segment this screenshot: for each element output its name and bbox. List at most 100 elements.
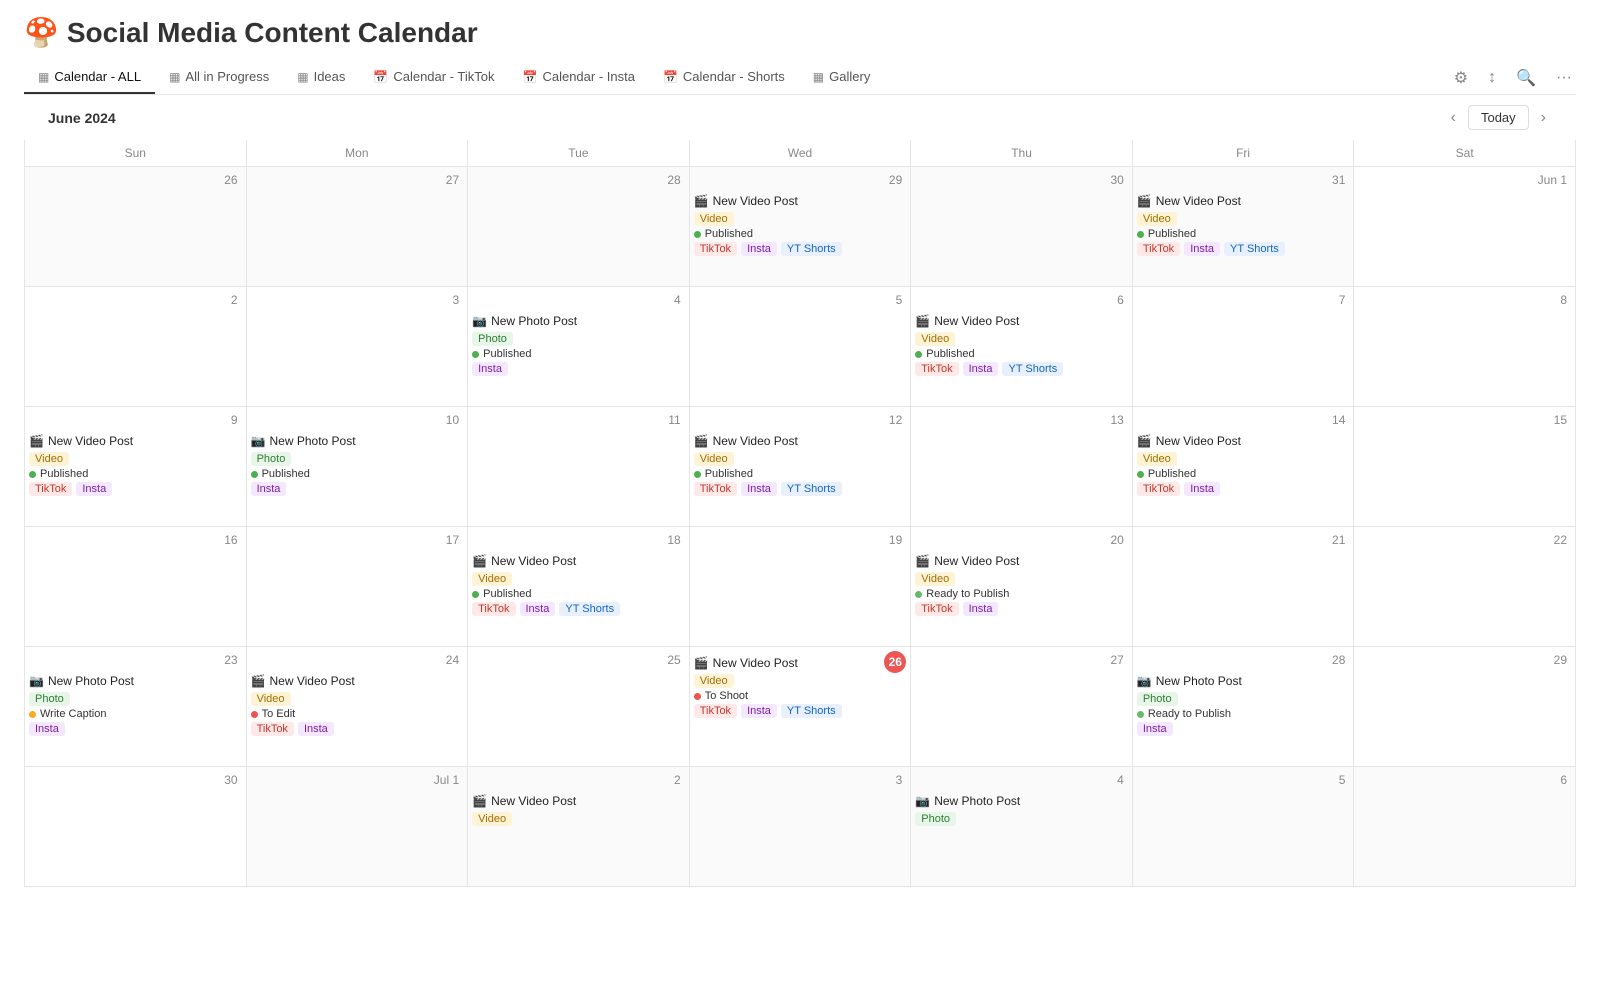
tab-ideas[interactable]: ▦ Ideas [283, 61, 359, 94]
type-tag[interactable]: Video [694, 674, 734, 688]
tab-gallery[interactable]: ▦ Gallery [799, 61, 885, 94]
platform-tag[interactable]: Insta [76, 482, 112, 496]
calendar-cell: 28 [468, 167, 690, 287]
type-tag[interactable]: Photo [29, 692, 70, 706]
day-number: 20 [915, 531, 1128, 549]
event-title[interactable]: 🎬New Video Post [694, 434, 907, 448]
tab-calendar-shorts[interactable]: 📅 Calendar - Shorts [649, 61, 799, 94]
event-title[interactable]: 📷New Photo Post [251, 434, 464, 448]
status-badge: Published [694, 468, 907, 480]
platform-tag[interactable]: Insta [1184, 482, 1220, 496]
tab-calendar-all[interactable]: ▦ Calendar - ALL [24, 61, 155, 94]
day-number: 5 [694, 291, 907, 309]
type-tag[interactable]: Video [694, 212, 734, 226]
platform-tag[interactable]: YT Shorts [781, 242, 842, 256]
tab-calendar-insta[interactable]: 📅 Calendar - Insta [509, 61, 649, 94]
calendar-cell: 2 [25, 287, 247, 407]
today-navigation: ‹ Today › [1445, 105, 1552, 130]
platform-tag[interactable]: TikTok [472, 602, 515, 616]
platform-tags: Insta [29, 722, 242, 738]
type-tag[interactable]: Video [29, 452, 69, 466]
more-options-button[interactable]: ··· [1552, 65, 1576, 91]
calendar-row-4: 23📷New Photo PostPhotoWrite CaptionInsta… [25, 647, 1576, 767]
event-title[interactable]: 📷New Photo Post [472, 314, 685, 328]
calendar-cell: 10📷New Photo PostPhotoPublishedInsta [246, 407, 468, 527]
type-tag[interactable]: Photo [472, 332, 513, 346]
platform-tag[interactable]: YT Shorts [1224, 242, 1285, 256]
type-tag[interactable]: Video [472, 572, 512, 586]
platform-tag[interactable]: Insta [520, 602, 556, 616]
type-tag[interactable]: Photo [915, 812, 956, 826]
platform-tag[interactable]: Insta [741, 482, 777, 496]
platform-tag[interactable]: Insta [251, 482, 287, 496]
platform-tag[interactable]: Insta [29, 722, 65, 736]
platform-tag[interactable]: TikTok [694, 704, 737, 718]
event-title[interactable]: 📷New Photo Post [1137, 674, 1350, 688]
platform-tag[interactable]: TikTok [694, 242, 737, 256]
sort-button[interactable]: ↕ [1484, 65, 1500, 91]
platform-tag[interactable]: Insta [472, 362, 508, 376]
day-number: 21 [1137, 531, 1350, 549]
platform-tag[interactable]: TikTok [694, 482, 737, 496]
status-text: Published [705, 228, 753, 240]
type-tag[interactable]: Video [915, 572, 955, 586]
today-button[interactable]: Today [1468, 105, 1529, 130]
platform-tag[interactable]: YT Shorts [781, 482, 842, 496]
status-dot [29, 471, 36, 478]
tab-calendar-tiktok[interactable]: 📅 Calendar - TikTok [359, 61, 508, 94]
day-number: 16 [29, 531, 242, 549]
tab-all-in-progress[interactable]: ▦ All in Progress [155, 61, 283, 94]
platform-tags: TikTok Insta YT Shorts [1137, 242, 1350, 258]
event-title[interactable]: 🎬New Video Post [29, 434, 242, 448]
platform-tag[interactable]: YT Shorts [559, 602, 620, 616]
calendar-cell: 19 [689, 527, 911, 647]
type-tag[interactable]: Video [694, 452, 734, 466]
event-title[interactable]: 🎬New Video Post [1137, 194, 1350, 208]
type-tag[interactable]: Video [1137, 452, 1177, 466]
event-emoji: 🎬 [1137, 194, 1152, 208]
type-tag[interactable]: Video [472, 812, 512, 826]
event-title[interactable]: 📷New Photo Post [29, 674, 242, 688]
platform-tag[interactable]: Insta [741, 704, 777, 718]
platform-tag[interactable]: TikTok [251, 722, 294, 736]
prev-month-button[interactable]: ‹ [1445, 107, 1462, 129]
platform-tag[interactable]: TikTok [1137, 242, 1180, 256]
platform-tag[interactable]: Insta [741, 242, 777, 256]
platform-tag[interactable]: TikTok [915, 602, 958, 616]
event-title[interactable]: 🎬New Video Post [915, 314, 1128, 328]
type-tag[interactable]: Photo [251, 452, 292, 466]
platform-tag[interactable]: TikTok [1137, 482, 1180, 496]
event-emoji: 🎬 [915, 314, 930, 328]
platform-tag[interactable]: YT Shorts [781, 704, 842, 718]
platform-tag[interactable]: TikTok [29, 482, 72, 496]
event-title[interactable]: 🎬New Video Post [1137, 434, 1350, 448]
weekday-sat: Sat [1354, 140, 1576, 167]
platform-tag[interactable]: Insta [963, 362, 999, 376]
event-title[interactable]: 🎬New Video Post [472, 554, 685, 568]
event-title[interactable]: 🎬New Video Post [694, 194, 907, 208]
type-tag[interactable]: Video [251, 692, 291, 706]
search-button[interactable]: 🔍 [1512, 64, 1540, 92]
platform-tag[interactable]: Insta [1184, 242, 1220, 256]
gallery-icon: ▦ [813, 70, 824, 84]
event-title[interactable]: 🎬New Video Post [472, 794, 685, 808]
type-tag[interactable]: Photo [1137, 692, 1178, 706]
event-title[interactable]: 🎬New Video Post [251, 674, 464, 688]
platform-tag[interactable]: Insta [298, 722, 334, 736]
status-badge: Published [251, 468, 464, 480]
next-month-button[interactable]: › [1535, 107, 1552, 129]
event-title[interactable]: 🎬New Video Post [694, 656, 885, 670]
platform-tags: Insta [472, 362, 685, 378]
filter-button[interactable]: ⚙ [1450, 64, 1472, 92]
event-card: 🎬New Video PostVideoReady to PublishTikT… [915, 552, 1128, 620]
event-title[interactable]: 🎬New Video Post [915, 554, 1128, 568]
type-tag[interactable]: Video [915, 332, 955, 346]
event-title[interactable]: 📷New Photo Post [915, 794, 1128, 808]
platform-tag[interactable]: TikTok [915, 362, 958, 376]
type-tag[interactable]: Video [1137, 212, 1177, 226]
platform-tag[interactable]: Insta [1137, 722, 1173, 736]
event-card: 🎬New Video PostVideoPublishedTikTokInsta… [1137, 192, 1350, 260]
platform-tag[interactable]: YT Shorts [1002, 362, 1063, 376]
status-badge: Published [472, 588, 685, 600]
platform-tag[interactable]: Insta [963, 602, 999, 616]
